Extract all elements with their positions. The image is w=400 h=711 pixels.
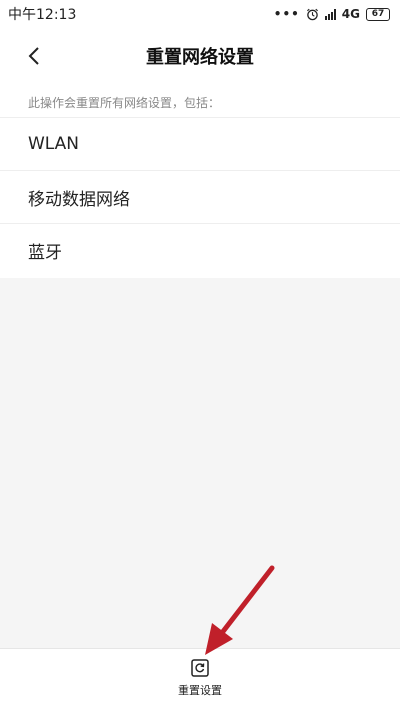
status-icons: ••• 4G 67 (274, 7, 390, 21)
bottom-bar: 重置设置 (0, 648, 400, 711)
network-type: 4G (341, 7, 360, 21)
list-item-wlan: WLAN (0, 118, 400, 171)
status-time: 中午12:13 (8, 7, 77, 23)
list-item-bluetooth: 蓝牙 (28, 243, 62, 263)
reset-icon (191, 659, 209, 677)
reset-settings-label: 重置设置 (178, 684, 222, 697)
reset-settings-button[interactable]: 重置设置 (165, 659, 235, 705)
status-bar: 中午12:13 ••• 4G 67 (0, 0, 400, 28)
battery-icon: 67 (366, 7, 390, 21)
page-title: 重置网络设置 (146, 47, 254, 68)
back-button[interactable] (18, 40, 50, 72)
header: 重置网络设置 (0, 28, 400, 84)
alarm-icon (306, 8, 318, 20)
more-notifications-icon: ••• (273, 7, 300, 21)
description-text: 此操作会重置所有网络设置，包括： (0, 84, 400, 118)
list-item-mobile-data: 移动数据网络 (0, 171, 400, 224)
signal-icon (324, 8, 336, 20)
reset-info-panel: 此操作会重置所有网络设置，包括： WLAN 移动数据网络 蓝牙 (0, 84, 400, 278)
chevron-left-icon (28, 47, 39, 65)
